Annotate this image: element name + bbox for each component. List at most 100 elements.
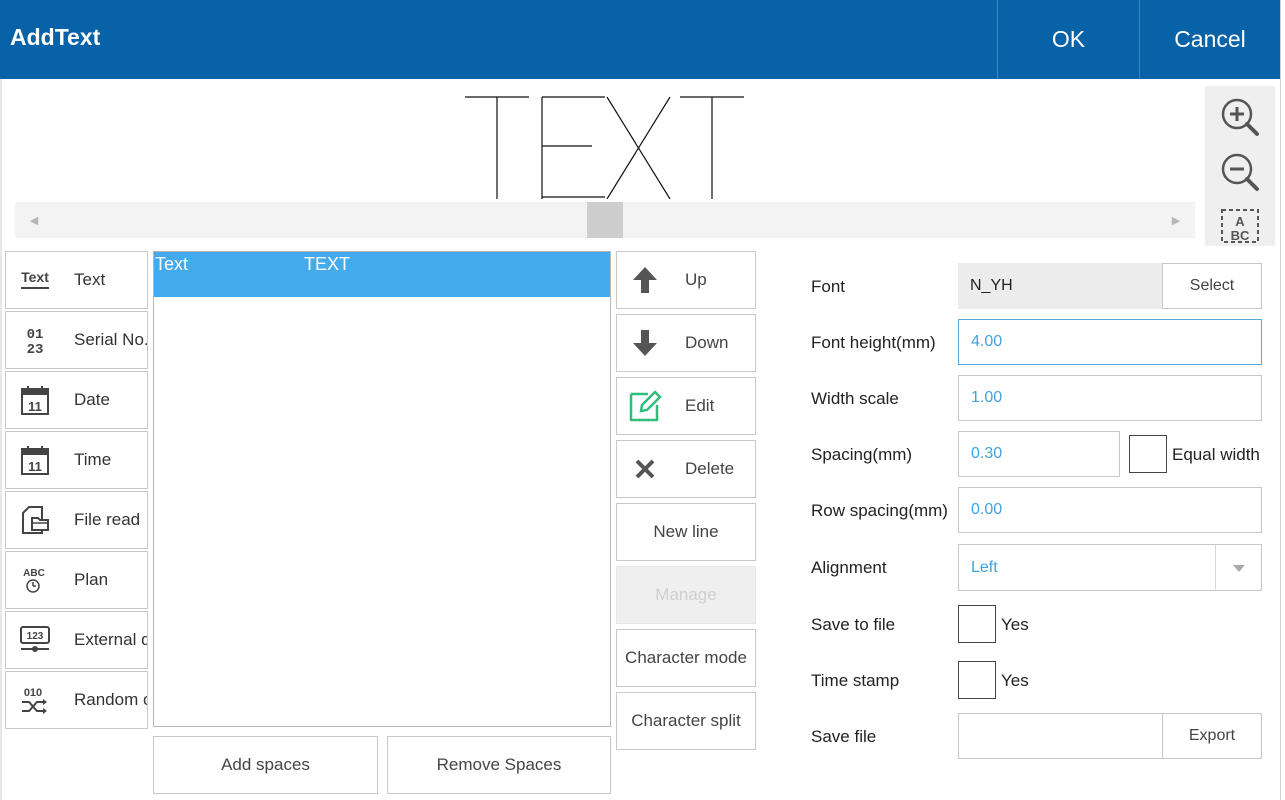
text-icon: Text [6, 252, 64, 308]
svg-text:ABC: ABC [23, 568, 45, 579]
scrollbar-thumb[interactable] [587, 202, 623, 238]
scroll-left-arrow-icon[interactable]: ◀ [15, 202, 53, 238]
save-file-input[interactable] [958, 713, 1163, 759]
file-read-glyph [22, 506, 49, 534]
edit-label: Edit [685, 396, 715, 415]
row-spacing-label: Row spacing(mm) [811, 501, 948, 520]
type-time-button[interactable]: 11 Time [5, 431, 148, 489]
new-line-button[interactable]: New line [616, 503, 756, 561]
equal-width-checkbox[interactable] [1129, 435, 1167, 473]
remove-spaces-button[interactable]: Remove Spaces [387, 736, 611, 794]
type-label: File read [74, 510, 141, 529]
up-label: Up [685, 270, 707, 289]
width-scale-input[interactable]: 1.00 [958, 375, 1262, 421]
delete-button[interactable]: Delete [616, 440, 756, 498]
serial-number-glyph: 01 23 [27, 327, 44, 355]
svg-text:23: 23 [27, 342, 44, 355]
type-random-code-button[interactable]: 010 Random c [5, 671, 148, 729]
arrow-down-glyph [633, 330, 657, 356]
type-label: Time [74, 450, 112, 469]
type-date-button[interactable]: 11 Date [5, 371, 148, 429]
app-title: AddText [10, 24, 101, 50]
title-bar: AddText OK Cancel [0, 0, 1280, 79]
edit-glyph [629, 390, 662, 422]
serial-number-icon: 01 23 [6, 312, 64, 368]
svg-text:BC: BC [1231, 228, 1250, 243]
edit-button[interactable]: Edit [616, 377, 756, 435]
type-external-data-button[interactable]: 123 External d [5, 611, 148, 669]
alignment-label: Alignment [811, 558, 887, 577]
external-data-glyph: 123 [20, 626, 50, 652]
spacing-label: Spacing(mm) [811, 445, 913, 464]
svg-text:A: A [1235, 214, 1245, 229]
list-item[interactable]: Text TEXT [154, 252, 610, 297]
svg-text:01: 01 [27, 327, 44, 343]
element-list[interactable]: Text TEXT [153, 251, 611, 727]
type-label: Random c [74, 690, 148, 709]
list-item-content: TEXT [304, 254, 351, 274]
move-down-button[interactable]: Down [616, 314, 756, 372]
equal-width-label: Equal width [1172, 445, 1260, 464]
save-file-label: Save file [811, 727, 877, 746]
type-text-button[interactable]: Text Text [5, 251, 148, 309]
random-icon: 010 [6, 672, 64, 728]
edit-icon [617, 378, 673, 434]
arrow-up-icon [617, 252, 673, 308]
down-label: Down [685, 333, 729, 352]
select-font-button[interactable]: Select [1162, 263, 1262, 309]
alignment-value: Left [971, 558, 998, 576]
chevron-down-icon[interactable] [1215, 545, 1261, 591]
add-spaces-button[interactable]: Add spaces [153, 736, 378, 794]
spacing-input[interactable]: 0.30 [958, 431, 1120, 477]
calendar-icon: 11 [6, 372, 64, 428]
close-icon [617, 441, 673, 497]
type-label: External d [74, 630, 148, 649]
type-serial-number-button[interactable]: 01 23 Serial No. [5, 311, 148, 369]
preview-horizontal-scrollbar[interactable]: ◀ ▶ [15, 202, 1195, 238]
type-label: Date [74, 390, 110, 409]
ok-button[interactable]: OK [997, 0, 1139, 79]
external-data-icon: 123 [6, 612, 64, 668]
type-plan-button[interactable]: ABC Plan [5, 551, 148, 609]
time-calendar-glyph: 11 [21, 446, 49, 475]
character-mode-button[interactable]: Character mode [616, 629, 756, 687]
svg-text:010: 010 [24, 687, 42, 699]
font-height-input[interactable]: 4.00 [958, 319, 1262, 365]
date-calendar-glyph: 11 [21, 386, 49, 415]
scroll-right-arrow-icon[interactable]: ▶ [1157, 202, 1195, 238]
character-view-icon[interactable]: A BC [1217, 204, 1263, 244]
svg-text:11: 11 [28, 459, 42, 474]
preview-text-strokes [465, 96, 744, 199]
arrow-up-glyph [633, 267, 657, 293]
font-label: Font [811, 277, 846, 296]
save-to-file-yes-label: Yes [1001, 615, 1029, 634]
dropdown-triangle-glyph [1232, 564, 1245, 572]
zoom-toolbar: A BC [1205, 86, 1275, 246]
row-spacing-input[interactable]: 0.00 [958, 487, 1262, 533]
delete-label: Delete [685, 459, 735, 478]
alignment-select[interactable]: Left [958, 544, 1262, 591]
type-label: Serial No. [74, 330, 148, 349]
zoom-in-icon[interactable] [1217, 94, 1263, 140]
text-preview-canvas[interactable] [2, 79, 1202, 199]
cancel-button[interactable]: Cancel [1139, 0, 1280, 79]
time-stamp-yes-label: Yes [1001, 671, 1029, 690]
preview-text-glyphs [465, 96, 744, 199]
zoom-out-icon[interactable] [1217, 149, 1263, 195]
font-height-label: Font height(mm) [811, 333, 936, 352]
character-split-button[interactable]: Character split [616, 692, 756, 750]
zoom-in-glyph [1221, 98, 1259, 136]
window-edge [1280, 0, 1285, 800]
export-button[interactable]: Export [1162, 713, 1262, 759]
time-stamp-label: Time stamp [811, 671, 900, 690]
svg-text:11: 11 [28, 399, 42, 414]
time-stamp-checkbox[interactable] [958, 661, 996, 699]
zoom-out-glyph [1221, 153, 1259, 191]
width-scale-label: Width scale [811, 389, 899, 408]
manage-button[interactable]: Manage [616, 566, 756, 624]
plan-icon: ABC [6, 552, 64, 608]
move-up-button[interactable]: Up [616, 251, 756, 309]
calendar-icon: 11 [6, 432, 64, 488]
type-file-read-button[interactable]: File read [5, 491, 148, 549]
save-to-file-checkbox[interactable] [958, 605, 996, 643]
